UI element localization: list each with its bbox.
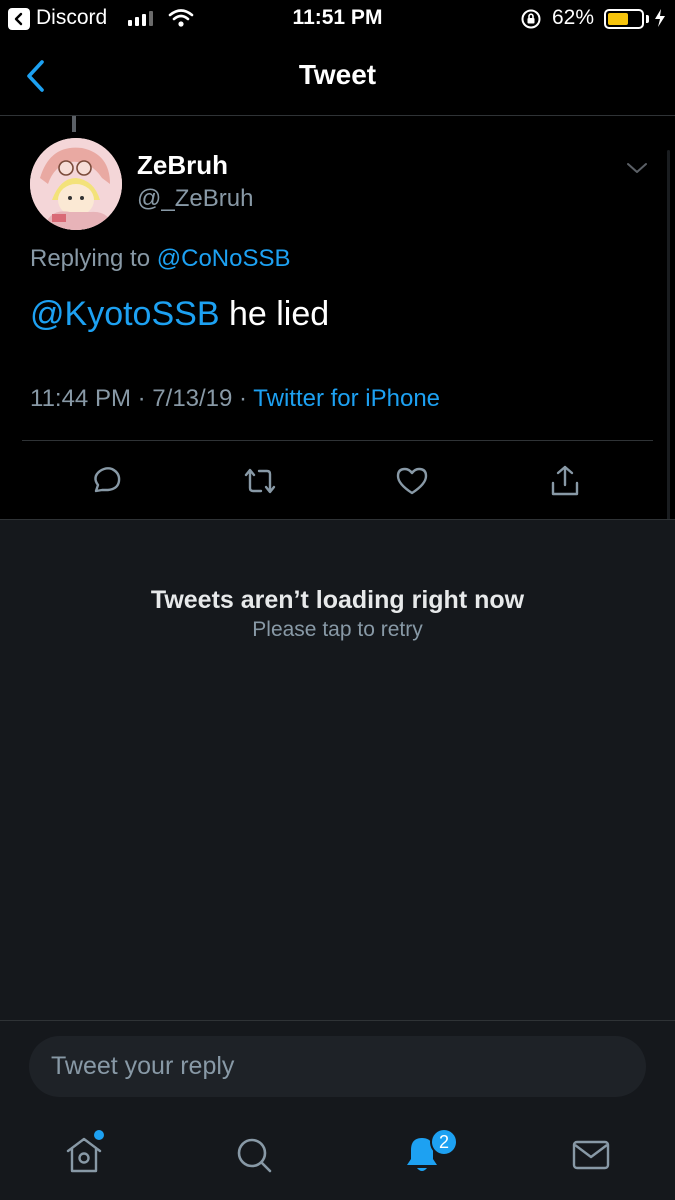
avatar[interactable] bbox=[30, 138, 122, 230]
reply-composer bbox=[0, 1021, 675, 1111]
tweet-time: 11:44 PM bbox=[30, 385, 131, 412]
share-icon bbox=[551, 465, 579, 496]
rotation-lock-icon bbox=[521, 9, 541, 29]
reply-icon bbox=[94, 467, 121, 493]
retweet-button[interactable] bbox=[240, 461, 280, 501]
meta-separator: · bbox=[239, 385, 248, 412]
reply-input[interactable] bbox=[29, 1036, 646, 1097]
retweet-icon bbox=[244, 468, 276, 494]
battery-icon bbox=[604, 9, 644, 29]
charging-bolt-icon bbox=[655, 9, 665, 27]
avatar-image bbox=[30, 138, 122, 230]
replying-to: Replying to @CoNoSSB bbox=[30, 245, 291, 273]
tweet-source-link[interactable]: Twitter for iPhone bbox=[253, 385, 440, 412]
tweet-text: @KyotoSSB he lied bbox=[30, 295, 329, 334]
new-tweets-dot bbox=[94, 1130, 104, 1140]
divider bbox=[22, 440, 653, 441]
home-icon bbox=[66, 1137, 102, 1173]
tweet-actions bbox=[0, 455, 675, 507]
messages-icon bbox=[572, 1140, 610, 1170]
page-title: Tweet bbox=[298, 59, 377, 90]
tab-messages[interactable] bbox=[569, 1133, 613, 1177]
error-title: Tweets aren’t loading right now bbox=[150, 586, 525, 614]
replying-prefix: Replying to bbox=[30, 245, 151, 272]
meta-separator: · bbox=[137, 385, 146, 412]
battery-level bbox=[608, 13, 628, 25]
tab-bar: 2 bbox=[0, 1111, 675, 1200]
author-name[interactable]: ZeBruh bbox=[137, 150, 228, 181]
share-button[interactable] bbox=[545, 461, 585, 501]
retry-link[interactable]: Please tap to retry bbox=[0, 618, 675, 642]
tab-search[interactable] bbox=[232, 1133, 276, 1177]
like-icon bbox=[396, 467, 428, 495]
thread-line bbox=[72, 116, 76, 132]
tweet-meta: 11:44 PM · 7/13/19 · Twitter for iPhone bbox=[30, 385, 440, 413]
tweet-date: 7/13/19 bbox=[152, 385, 233, 412]
reply-button[interactable] bbox=[86, 461, 126, 501]
search-icon bbox=[237, 1138, 272, 1173]
top-nav: Tweet bbox=[0, 38, 675, 116]
battery-tip bbox=[646, 15, 649, 23]
battery-percent: 62% bbox=[552, 6, 595, 29]
author-handle[interactable]: @_ZeBruh bbox=[137, 185, 253, 213]
chevron-down-icon[interactable] bbox=[625, 160, 649, 176]
status-bar: Discord 11:51 PM 62% bbox=[0, 0, 675, 38]
mention-link[interactable]: @KyotoSSB bbox=[30, 295, 220, 333]
notification-badge: 2 bbox=[430, 1128, 458, 1156]
replies-panel[interactable]: Tweets aren’t loading right now Please t… bbox=[0, 519, 675, 1021]
replying-to-link[interactable]: @CoNoSSB bbox=[157, 245, 291, 272]
tweet-body: he lied bbox=[228, 295, 330, 333]
like-button[interactable] bbox=[392, 461, 432, 501]
